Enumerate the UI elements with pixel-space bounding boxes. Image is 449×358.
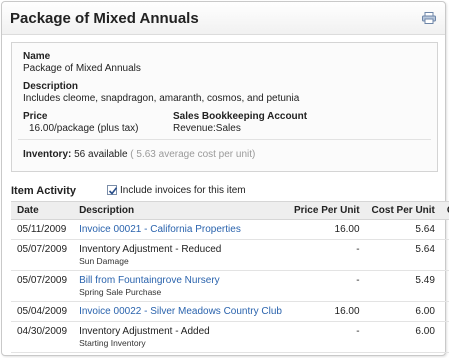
row-cost-per-unit: 5.49: [365, 270, 441, 302]
title-bar: Package of Mixed Annuals: [2, 2, 445, 35]
row-qty: 4: [440, 219, 449, 240]
row-qty: 50: [440, 270, 449, 302]
inventory-label: Inventory:: [23, 149, 72, 160]
average-cost: 5.63 average cost per unit: [136, 149, 253, 160]
description-value: Includes cleome, snapdragon, amaranth, c…: [23, 93, 300, 104]
table-row: 05/04/2009 Invoice 00022 - Silver Meadows…: [11, 301, 449, 322]
column-header-price-per-unit[interactable]: Price Per Unit: [287, 201, 366, 220]
name-value: Package of Mixed Annuals: [23, 63, 141, 74]
item-activity-header: Item Activity Include invoices for this …: [11, 184, 438, 200]
row-memo: Spring Sale Purchase: [79, 287, 162, 297]
divider: [18, 139, 431, 140]
row-price-per-unit: -: [287, 321, 366, 353]
table-row: 04/30/2009 Inventory Adjustment - Added St…: [11, 321, 449, 353]
print-icon[interactable]: [422, 12, 436, 24]
row-description: Invoice 00021 - California Properties: [73, 219, 288, 240]
row-date: 05/07/2009: [11, 239, 74, 271]
inventory-line: Inventory: 56 available ( 5.63 average c…: [23, 149, 255, 160]
row-description: Inventory Adjustment - Added Starting Inv…: [73, 321, 288, 353]
column-header-qty[interactable]: Qty: [440, 201, 449, 220]
include-invoices-label[interactable]: Include invoices for this item: [120, 185, 246, 196]
item-details-box: Name Package of Mixed Annuals Descriptio…: [11, 42, 438, 172]
transaction-text: Inventory Adjustment - Added: [79, 326, 210, 337]
inventory-paren-close: ): [252, 149, 256, 160]
transaction-link[interactable]: Invoice 00021 - California Properties: [79, 224, 241, 235]
row-date: 05/04/2009: [11, 301, 74, 322]
row-description: Bill from Fountaingrove Nursery Spring Sa…: [73, 270, 288, 302]
transaction-link[interactable]: Invoice 00022 - Silver Meadows Country C…: [79, 306, 282, 317]
row-date: 05/07/2009: [11, 270, 74, 302]
row-date: 05/11/2009: [11, 219, 74, 240]
transaction-text: Inventory Adjustment - Reduced: [79, 244, 222, 255]
table-row: 05/07/2009 Bill from Fountaingrove Nurser…: [11, 270, 449, 302]
column-header-description[interactable]: Description: [73, 201, 288, 220]
row-memo: Sun Damage: [79, 256, 129, 266]
inventory-paren-open: (: [130, 149, 134, 160]
table-row: 05/07/2009 Inventory Adjustment - Reduced…: [11, 239, 449, 271]
price-value: 16.00/package (plus tax): [29, 123, 139, 134]
include-invoices-checkbox[interactable]: [107, 185, 118, 195]
checkmark-icon: [108, 187, 118, 195]
inventory-available: 56 available: [74, 149, 128, 160]
row-cost-per-unit: 5.64: [365, 219, 441, 240]
row-price-per-unit: -: [287, 239, 366, 271]
activity-rows: 05/11/2009 Invoice 00021 - California Pro…: [11, 219, 449, 353]
price-label: Price: [23, 111, 48, 122]
page-title: Package of Mixed Annuals: [10, 10, 199, 27]
row-price-per-unit: 16.00: [287, 301, 366, 322]
row-cost-per-unit: 5.64: [365, 239, 441, 271]
name-label: Name: [23, 51, 51, 62]
table-row: 05/11/2009 Invoice 00021 - California Pro…: [11, 219, 449, 240]
description-label: Description: [23, 81, 79, 92]
row-memo: Starting Inventory: [79, 338, 146, 348]
transaction-link[interactable]: Bill from Fountaingrove Nursery: [79, 275, 220, 286]
column-header-date[interactable]: Date: [11, 201, 74, 220]
row-qty: 60: [440, 321, 449, 353]
row-qty: 40: [440, 301, 449, 322]
row-qty: 10: [440, 239, 449, 271]
row-price-per-unit: -: [287, 270, 366, 302]
row-description: Inventory Adjustment - Reduced Sun Damage: [73, 239, 288, 271]
sales-account-value: Revenue:Sales: [173, 123, 241, 134]
row-cost-per-unit: 6.00: [365, 301, 441, 322]
item-activity-table: Date Description Price Per Unit Cost Per…: [11, 201, 449, 353]
item-activity-title: Item Activity: [11, 185, 77, 197]
row-description: Invoice 00022 - Silver Meadows Country C…: [73, 301, 288, 322]
row-price-per-unit: 16.00: [287, 219, 366, 240]
sales-account-label: Sales Bookkeeping Account: [173, 111, 308, 122]
row-cost-per-unit: 6.00: [365, 321, 441, 353]
table-header-row: Date Description Price Per Unit Cost Per…: [11, 201, 449, 220]
column-header-cost-per-unit[interactable]: Cost Per Unit: [365, 201, 441, 220]
item-detail-panel: Package of Mixed Annuals Name Package of…: [1, 1, 449, 356]
row-date: 04/30/2009: [11, 321, 74, 353]
